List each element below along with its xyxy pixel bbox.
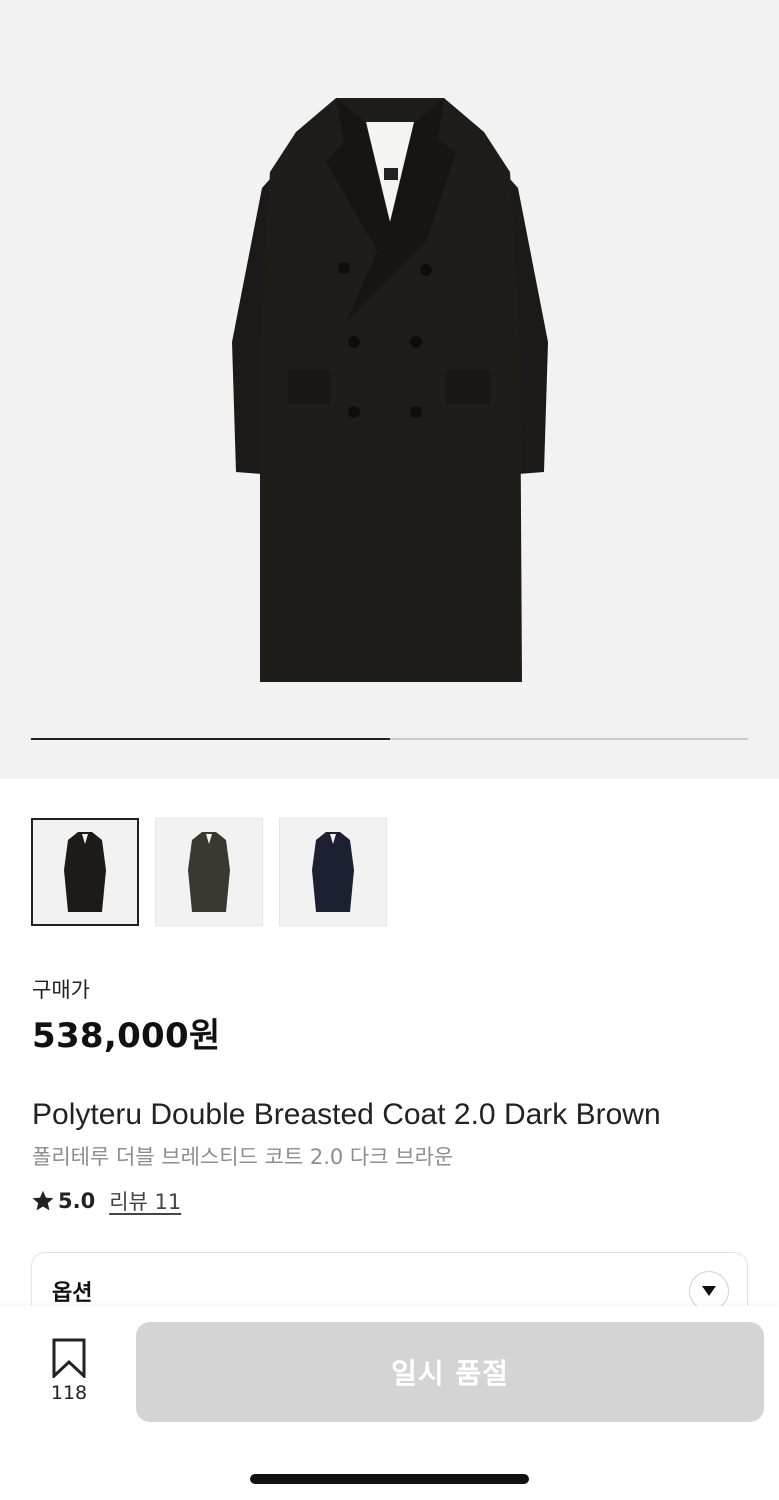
- option-label: 옵션: [52, 1281, 93, 1306]
- thumbnail-1[interactable]: [31, 818, 139, 926]
- price-label: 구매가: [32, 978, 90, 1002]
- product-image-gallery[interactable]: [0, 0, 779, 779]
- sold-out-button[interactable]: 일시 품절: [136, 1322, 764, 1422]
- star-icon: [32, 1190, 54, 1211]
- option-toggle-button[interactable]: [689, 1271, 729, 1311]
- chevron-down-icon: [702, 1286, 716, 1296]
- thumbnail-2[interactable]: [155, 818, 263, 926]
- rating-row: 5.0 리뷰 11: [31, 1186, 181, 1216]
- price-value: 538,000원: [32, 1016, 221, 1056]
- rating-score: 5.0: [58, 1189, 96, 1213]
- review-link[interactable]: 리뷰 11: [109, 1186, 181, 1216]
- coat-product-image: [232, 98, 548, 682]
- gallery-progress-fill: [31, 738, 390, 740]
- coat-thumbnail-icon: [312, 832, 354, 912]
- bookmark-button[interactable]: 118: [40, 1336, 98, 1406]
- thumbnail-list: [31, 818, 387, 926]
- bookmark-count: 118: [50, 1382, 88, 1404]
- bottom-action-bar: 118 일시 품절: [0, 1306, 779, 1500]
- thumbnail-3[interactable]: [279, 818, 387, 926]
- home-indicator: [250, 1474, 529, 1484]
- product-title-en: Polyteru Double Breasted Coat 2.0 Dark B…: [32, 1098, 661, 1131]
- bookmark-icon: [52, 1338, 86, 1378]
- gallery-progress-bar: [31, 738, 748, 740]
- product-title-ko: 폴리테루 더블 브레스티드 코트 2.0 다크 브라운: [32, 1145, 454, 1169]
- coat-thumbnail-icon: [188, 832, 230, 912]
- coat-thumbnail-icon: [64, 832, 106, 912]
